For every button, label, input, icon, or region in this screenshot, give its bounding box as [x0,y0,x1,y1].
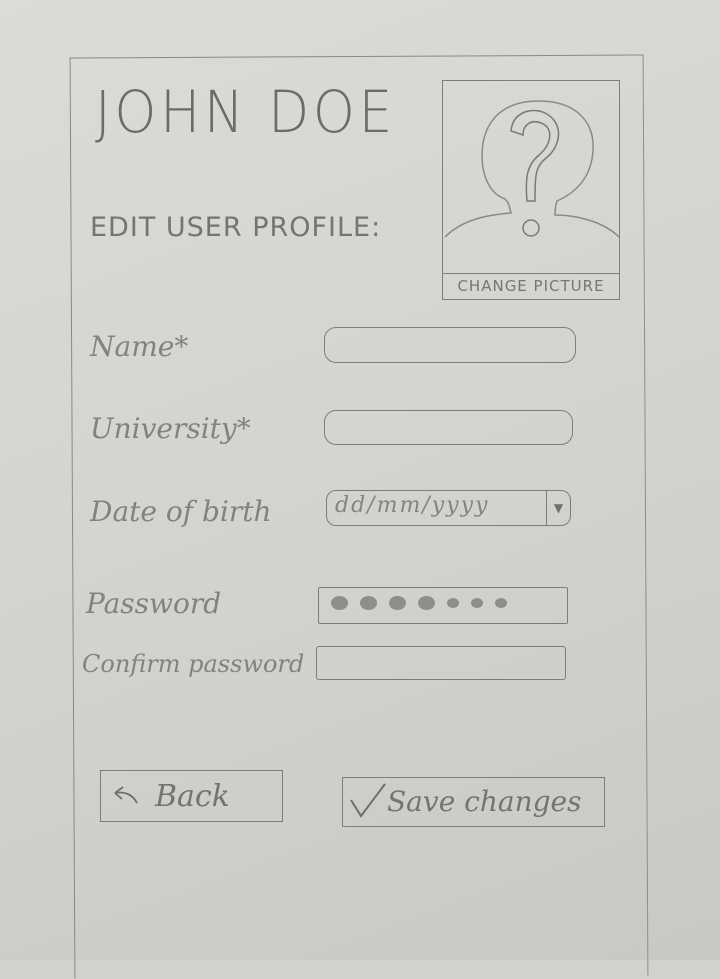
password-mask-dot [447,598,459,608]
back-button-label: Back [155,779,230,814]
university-label: University* [90,412,251,445]
confirm-password-label: Confirm password [82,650,305,678]
password-mask-dot [331,596,348,610]
date-placeholder: dd/mm/yyyy [335,493,490,518]
name-input[interactable] [324,327,576,363]
confirm-password-input[interactable] [316,646,566,680]
save-changes-button[interactable]: Save changes [342,777,605,827]
user-name-title: JOHN DOE [95,78,396,146]
password-mask-dot [389,596,406,610]
profile-picture[interactable]: CHANGE PICTURE [442,80,620,300]
back-button[interactable]: Back [100,770,283,822]
password-input[interactable] [318,587,568,624]
password-mask-dot [418,596,435,610]
password-mask [331,596,507,610]
password-label: Password [86,587,222,620]
back-arrow-icon [114,786,138,804]
edit-profile-heading: EDIT USER PROFILE: [90,212,382,243]
password-mask-dot [495,598,507,608]
date-of-birth-picker[interactable]: dd/mm/yyyy ▼ [326,490,571,526]
change-picture-button[interactable]: CHANGE PICTURE [443,273,619,299]
triangle-down-icon[interactable]: ▼ [546,491,570,525]
checkmark-icon [350,783,386,818]
password-mask-dot [471,598,483,608]
name-label: Name* [90,330,189,363]
password-mask-dot [360,596,377,610]
save-changes-label: Save changes [387,785,582,818]
question-mark-icon [444,100,620,238]
university-input[interactable] [324,410,573,445]
date-of-birth-label: Date of birth [90,495,272,528]
